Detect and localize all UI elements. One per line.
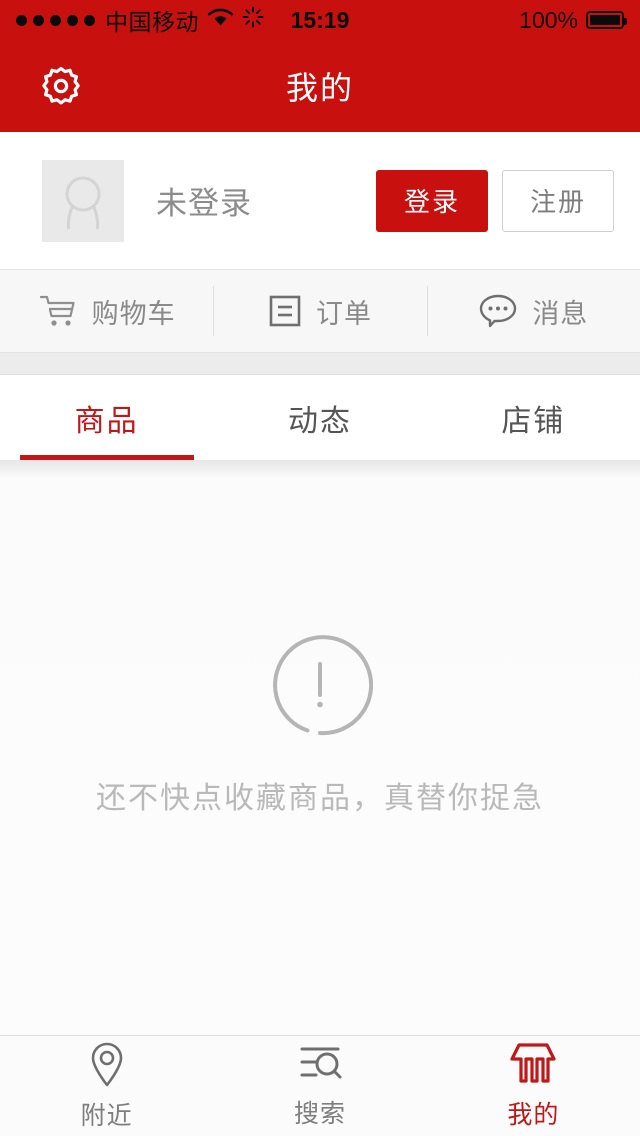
- signal-strength-icon: [16, 14, 95, 26]
- register-button[interactable]: 注册: [502, 169, 614, 232]
- tabbar-item-mine[interactable]: 我的: [427, 1036, 640, 1136]
- message-bubble-icon: [478, 293, 518, 329]
- wifi-icon: [207, 7, 234, 33]
- profile-action-buttons: 登录 注册: [376, 169, 614, 232]
- section-divider: [0, 353, 640, 375]
- order-list-icon: [268, 294, 302, 328]
- tab-feed[interactable]: 动态: [213, 375, 426, 460]
- status-bar-right: 100%: [519, 6, 627, 34]
- quick-action-orders[interactable]: 订单: [213, 270, 426, 352]
- empty-state: 还不快点收藏商品，真替你捉急: [96, 632, 544, 817]
- shopping-cart-icon: [38, 293, 78, 329]
- status-bar-left: 中国移动: [16, 3, 264, 37]
- nav-header: 我的: [0, 40, 640, 132]
- app-screen: 中国移动 15:19 100% 我的 未登录 登录 注册 购物车 订单 消息 商…: [0, 0, 640, 1136]
- search-list-icon: [297, 1042, 343, 1086]
- gear-icon[interactable]: [38, 63, 84, 109]
- carrier-label: 中国移动: [105, 9, 199, 35]
- user-avatar-placeholder-icon[interactable]: [42, 159, 124, 242]
- tabbar-item-search-label: 搜索: [293, 1100, 346, 1128]
- status-bar: 中国移动 15:19 100%: [0, 0, 640, 40]
- tab-shops[interactable]: 店铺: [427, 375, 640, 460]
- tabbar-item-mine-label: 我的: [507, 1101, 560, 1129]
- content-area: 还不快点收藏商品，真替你捉急: [0, 460, 640, 1035]
- login-status-label: 未登录: [156, 186, 252, 221]
- page-title: 我的: [285, 70, 354, 106]
- quick-action-messages[interactable]: 消息: [426, 270, 640, 352]
- exclamation-circle-icon: [267, 632, 374, 743]
- sync-spinner-icon: [242, 6, 264, 34]
- storefront-icon: [508, 1041, 558, 1087]
- empty-state-message: 还不快点收藏商品，真替你捉急: [96, 782, 544, 815]
- quick-action-messages-label: 消息: [532, 298, 589, 329]
- login-button[interactable]: 登录: [376, 169, 488, 232]
- profile-section: 未登录 登录 注册: [0, 132, 640, 270]
- quick-action-cart[interactable]: 购物车: [0, 270, 213, 352]
- bottom-tab-bar: 附近 搜索 我的: [0, 1035, 640, 1136]
- tabbar-item-nearby-label: 附近: [80, 1102, 133, 1130]
- tabbar-item-nearby[interactable]: 附近: [0, 1036, 213, 1136]
- content-tabs: 商品 动态 店铺: [0, 375, 640, 460]
- tab-goods[interactable]: 商品: [0, 375, 213, 460]
- quick-actions-row: 购物车 订单 消息: [0, 270, 640, 353]
- quick-action-orders-label: 订单: [315, 298, 372, 329]
- battery-percent-label: 100%: [519, 6, 578, 33]
- location-pin-icon: [85, 1040, 129, 1088]
- tabbar-item-search[interactable]: 搜索: [213, 1036, 426, 1136]
- quick-action-cart-label: 购物车: [91, 298, 176, 329]
- battery-full-icon: [586, 11, 627, 29]
